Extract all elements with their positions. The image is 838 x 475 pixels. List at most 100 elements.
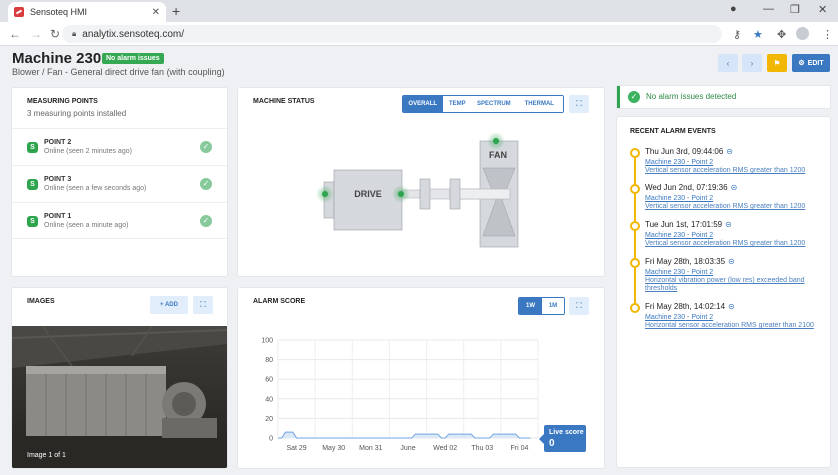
measuring-points-count: 3 measuring points installed (27, 109, 127, 118)
event-description[interactable]: Vertical sensor acceleration RMS greater… (645, 240, 820, 248)
event-description[interactable]: Horizontal vibration power (low res) exc… (645, 277, 820, 293)
list-item[interactable]: S POINT 2 Online (seen 2 minutes ago) ✓ (12, 128, 227, 165)
alarm-status-text: No alarm issues detected (646, 92, 737, 101)
event-date: Fri May 28th, 18:03:35 ⊝ (645, 257, 735, 266)
extensions-puzzle-icon[interactable]: ✥ (777, 28, 786, 41)
edit-button[interactable]: ⚙ EDIT (792, 54, 830, 72)
link-icon[interactable]: ⊝ (728, 302, 735, 311)
check-circle-icon: ✓ (628, 91, 640, 103)
address-bar[interactable]: 🔒︎ analytix.sensoteq.com/ (62, 25, 722, 43)
timeline-dot (630, 148, 640, 158)
point-status: Online (seen 2 minutes ago) (44, 148, 132, 155)
alarm-event: Fri May 28th, 18:03:35 ⊝ Machine 230 - Poi… (630, 257, 820, 293)
machine-link[interactable]: Machine 230 (645, 195, 685, 202)
x-tick-label: Wed 02 (433, 445, 457, 452)
point-link[interactable]: Point 2 (691, 159, 713, 166)
new-tab-icon[interactable]: + (172, 3, 180, 19)
add-image-button[interactable]: + ADD (150, 296, 188, 314)
minimize-icon[interactable]: — (763, 3, 774, 15)
tab-title: Sensoteq HMI (30, 7, 88, 17)
fan-label: FAN (489, 150, 507, 160)
fan-shaft-front (459, 188, 511, 200)
images-card: IMAGES + ADD ⛶ Image 1 of 1 (12, 288, 227, 468)
forward-icon[interactable]: → (30, 27, 42, 41)
event-description[interactable]: Vertical sensor acceleration RMS greater… (645, 203, 820, 211)
y-tick-label: 80 (265, 357, 273, 364)
check-icon: ✓ (200, 178, 212, 190)
event-source: Machine 230 - Point 2 (645, 195, 714, 202)
link-icon[interactable]: ⊝ (731, 183, 738, 192)
point-link[interactable]: Point 2 (691, 314, 713, 321)
event-description[interactable]: Vertical sensor acceleration RMS greater… (645, 167, 820, 175)
event-source: Machine 230 - Point 2 (645, 314, 714, 321)
drive-motor[interactable] (333, 169, 403, 231)
key-icon[interactable]: ⚷ (733, 28, 741, 41)
browser-tab[interactable]: Sensoteq HMI ✕ (8, 2, 166, 22)
list-item[interactable]: S POINT 3 Online (seen a few seconds ago… (12, 165, 227, 202)
browser-tabbar: Sensoteq HMI ✕ + ● — ❐ ✕ (0, 0, 838, 22)
sensor-icon: S (27, 179, 38, 190)
sensor-point-2[interactable] (398, 191, 404, 197)
profile-menu-icon[interactable]: ● (730, 3, 737, 15)
timeline-dot (630, 258, 640, 268)
check-icon: ✓ (200, 215, 212, 227)
url-text: analytix.sensoteq.com/ (82, 28, 184, 40)
close-tab-icon[interactable]: ✕ (152, 7, 160, 18)
lock-icon: 🔒︎ (72, 29, 77, 38)
page-title: Machine 230 (12, 50, 102, 67)
user-avatar[interactable] (796, 27, 809, 40)
live-score-value: 0 (549, 438, 555, 449)
chevron-left-icon: ‹ (726, 58, 730, 68)
list-item[interactable]: S POINT 1 Online (seen a minute ago) ✓ (12, 202, 227, 239)
drive-label: DRIVE (354, 189, 382, 199)
flag-icon: ⚑ (773, 58, 781, 68)
next-machine-button[interactable]: › (742, 54, 762, 72)
timeline-dot (630, 184, 640, 194)
x-tick-label: Fri 04 (510, 445, 528, 452)
link-icon[interactable]: ⊝ (725, 220, 732, 229)
live-score-label: Live score (549, 429, 584, 436)
event-date: Thu Jun 3rd, 09:44:06 ⊝ (645, 147, 733, 156)
measuring-points-title: MEASURING POINTS (27, 98, 98, 105)
machine-diagram: DRIVE FAN (316, 132, 519, 248)
y-tick-label: 40 (265, 396, 273, 403)
y-tick-label: 60 (265, 377, 273, 384)
link-icon[interactable]: ⊝ (726, 147, 733, 156)
restore-icon[interactable]: ❐ (790, 3, 800, 16)
link-icon[interactable]: ⊝ (728, 257, 735, 266)
timeline-dot (630, 303, 640, 313)
event-description[interactable]: Horizontal sensor acceleration RMS great… (645, 322, 820, 330)
sensor-point-3[interactable] (493, 138, 499, 144)
bookmark-star-icon[interactable]: ★ (753, 28, 763, 41)
coupling-left (419, 178, 431, 210)
machine-subtitle: Blower / Fan - General direct drive fan … (12, 67, 225, 77)
machine-status-card: MACHINE STATUS OVERALL TEMP SPECTRUM THE… (238, 88, 604, 276)
browser-menu-icon[interactable]: ⋮ (822, 28, 833, 41)
machine-photo[interactable] (12, 326, 227, 468)
sensor-point-1[interactable] (322, 191, 328, 197)
back-icon[interactable]: ← (9, 27, 21, 41)
gear-icon: ⚙ (798, 60, 805, 67)
machine-link[interactable]: Machine 230 (645, 159, 685, 166)
edit-label: EDIT (807, 59, 824, 67)
point-name: POINT 2 (44, 139, 72, 146)
alarm-score-card: ALARM SCORE 1W 1M ⛶ 0 20 40 60 80 100 Sat 29 Ma… (238, 288, 604, 468)
previous-machine-button[interactable]: ‹ (718, 54, 738, 72)
fullscreen-button[interactable]: ⛶ (193, 296, 213, 314)
flag-button[interactable]: ⚑ (767, 54, 787, 72)
machine-link[interactable]: Machine 230 (645, 269, 685, 276)
reload-icon[interactable]: ↻ (50, 27, 60, 41)
point-link[interactable]: Point 2 (691, 195, 713, 202)
point-link[interactable]: Point 2 (691, 269, 713, 276)
alarm-status-banner: ✓ No alarm issues detected (617, 86, 830, 108)
sensor-icon: S (27, 142, 38, 153)
machine-link[interactable]: Machine 230 (645, 232, 685, 239)
point-link[interactable]: Point 2 (691, 232, 713, 239)
event-source: Machine 230 - Point 2 (645, 232, 714, 239)
close-window-icon[interactable]: ✕ (818, 3, 827, 16)
x-tick-label: Mon 31 (359, 445, 382, 452)
image-caption: Image 1 of 1 (27, 452, 66, 459)
machine-link[interactable]: Machine 230 (645, 314, 685, 321)
x-tick-label: May 30 (322, 445, 345, 452)
alarm-event: Tue Jun 1st, 17:01:59 ⊝ Machine 230 - Poin… (630, 220, 820, 254)
